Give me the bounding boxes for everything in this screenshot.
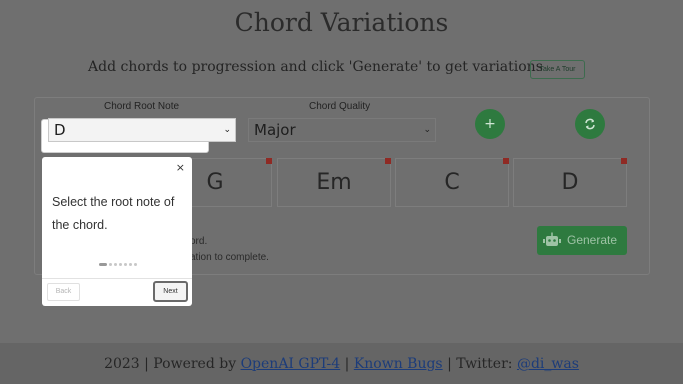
footer: 2023 | Powered by OpenAI GPT-4 | Known B… — [0, 343, 683, 384]
remove-chord-icon[interactable] — [385, 158, 391, 164]
chord-name: Em — [316, 170, 352, 195]
remove-chord-icon[interactable] — [503, 158, 509, 164]
popover-divider — [42, 278, 192, 279]
generate-button[interactable]: Generate — [537, 226, 627, 255]
footer-year: 2023 | Powered by — [104, 356, 241, 372]
refresh-icon — [585, 118, 595, 130]
chord-root-select[interactable]: D ⌄ — [48, 118, 236, 142]
chord-quality-label: Chord Quality — [309, 101, 371, 112]
progress-dot — [99, 263, 107, 266]
progress-dot — [134, 263, 137, 266]
remove-chord-icon[interactable] — [266, 158, 272, 164]
page-title: Chord Variations — [234, 8, 449, 37]
add-chord-button[interactable]: + — [475, 109, 505, 139]
back-button[interactable]: Back — [47, 283, 80, 301]
chord-card[interactable]: C — [395, 158, 509, 207]
chevron-down-icon: ⌄ — [223, 125, 231, 135]
chord-root-value: D — [54, 121, 66, 139]
tour-message: Select the root note of the chord. — [52, 195, 175, 232]
progress-dot — [129, 263, 132, 266]
footer-twitter-prefix: | Twitter: — [442, 356, 517, 372]
footer-sep: | — [340, 356, 354, 372]
twitter-link[interactable]: @di_was — [517, 356, 579, 372]
hint-text-2: ation to complete. — [190, 252, 269, 263]
progress-dot — [119, 263, 122, 266]
generate-label: Generate — [567, 233, 618, 247]
progress-dot — [114, 263, 117, 266]
plus-icon: + — [484, 116, 496, 132]
chevron-down-icon: ⌄ — [423, 125, 431, 135]
chord-card[interactable]: D — [513, 158, 627, 207]
close-icon[interactable]: × — [176, 161, 185, 174]
chord-quality-select[interactable]: Major ⌄ — [248, 118, 436, 142]
chord-name: G — [206, 170, 224, 195]
next-button[interactable]: Next — [153, 281, 188, 302]
take-tour-button[interactable]: Take A Tour — [530, 60, 585, 79]
tour-progress — [99, 263, 137, 267]
chord-quality-value: Major — [254, 121, 296, 139]
openai-link[interactable]: OpenAI GPT-4 — [241, 356, 341, 372]
refresh-button[interactable] — [575, 109, 605, 139]
page-subtitle: Add chords to progression and click 'Gen… — [88, 59, 543, 75]
chord-card[interactable]: Em — [277, 158, 391, 207]
remove-chord-icon[interactable] — [621, 158, 627, 164]
robot-icon — [543, 232, 561, 246]
progress-dot — [124, 263, 127, 266]
known-bugs-link[interactable]: Known Bugs — [354, 356, 443, 372]
chord-root-label: Chord Root Note — [104, 101, 180, 112]
hint-text-1: ord. — [190, 236, 208, 247]
tour-popover: × Select the root note of the chord. Bac… — [42, 157, 192, 306]
chord-name: D — [561, 170, 579, 195]
progress-dot — [109, 263, 112, 266]
chord-name: C — [444, 170, 460, 195]
